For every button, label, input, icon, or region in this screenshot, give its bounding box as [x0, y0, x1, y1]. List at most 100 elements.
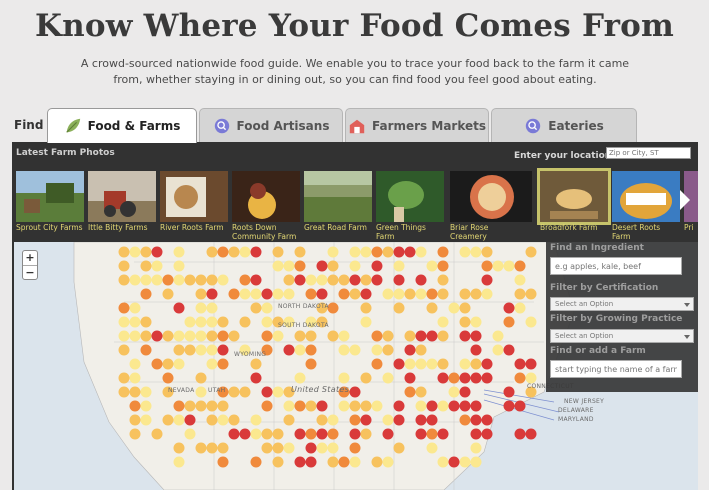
farm-marker[interactable]	[316, 274, 328, 286]
farm-marker[interactable]	[371, 260, 383, 272]
farm-marker[interactable]	[404, 330, 416, 342]
farm-marker[interactable]	[206, 344, 218, 356]
farm-marker[interactable]	[338, 330, 350, 342]
farm-marker[interactable]	[272, 260, 284, 272]
farm-marker[interactable]	[481, 358, 493, 370]
farm-marker[interactable]	[382, 456, 394, 468]
farm-marker[interactable]	[217, 442, 229, 454]
farm-marker[interactable]	[437, 372, 449, 384]
farm-marker[interactable]	[305, 400, 317, 412]
farm-marker[interactable]	[459, 414, 471, 426]
photo-caption[interactable]: Ittle Bitty Farms	[88, 223, 164, 232]
farm-marker[interactable]	[305, 330, 317, 342]
farm-marker[interactable]	[503, 316, 515, 328]
farm-marker[interactable]	[272, 442, 284, 454]
farm-marker[interactable]	[316, 428, 328, 440]
farm-marker[interactable]	[228, 428, 240, 440]
farm-marker[interactable]	[173, 274, 185, 286]
farm-marker[interactable]	[415, 288, 427, 300]
farm-marker[interactable]	[250, 246, 262, 258]
farm-marker[interactable]	[239, 288, 251, 300]
farm-marker[interactable]	[459, 386, 471, 398]
farm-marker[interactable]	[206, 400, 218, 412]
farm-marker[interactable]	[228, 414, 240, 426]
farm-marker[interactable]	[250, 414, 262, 426]
farm-marker[interactable]	[294, 344, 306, 356]
farm-photo[interactable]	[232, 171, 300, 222]
farm-marker[interactable]	[140, 386, 152, 398]
farm-marker[interactable]	[129, 302, 141, 314]
farm-marker[interactable]	[415, 246, 427, 258]
farm-marker[interactable]	[118, 274, 130, 286]
farm-marker[interactable]	[371, 358, 383, 370]
farm-marker[interactable]	[470, 442, 482, 454]
farm-marker[interactable]	[129, 428, 141, 440]
farm-marker[interactable]	[129, 316, 141, 328]
farm-marker[interactable]	[118, 302, 130, 314]
tab-eateries[interactable]: Eateries	[491, 108, 637, 142]
farm-marker[interactable]	[503, 386, 515, 398]
farm-marker[interactable]	[162, 414, 174, 426]
farm-marker[interactable]	[217, 330, 229, 342]
photo-caption[interactable]: Briar Rose Creamery	[450, 223, 510, 241]
farm-marker[interactable]	[294, 372, 306, 384]
farm-marker[interactable]	[470, 246, 482, 258]
location-input[interactable]	[606, 147, 691, 159]
farm-marker[interactable]	[360, 414, 372, 426]
farm-marker[interactable]	[294, 428, 306, 440]
farm-marker[interactable]	[195, 372, 207, 384]
farm-marker[interactable]	[118, 316, 130, 328]
farm-marker[interactable]	[525, 316, 537, 328]
farm-marker[interactable]	[162, 330, 174, 342]
tab-farmers-markets[interactable]: Farmers Markets	[345, 108, 489, 142]
farm-marker[interactable]	[140, 330, 152, 342]
farm-marker[interactable]	[195, 288, 207, 300]
farm-marker[interactable]	[206, 274, 218, 286]
farm-marker[interactable]	[228, 288, 240, 300]
farm-marker[interactable]	[349, 386, 361, 398]
farm-marker[interactable]	[459, 456, 471, 468]
farm-marker[interactable]	[195, 442, 207, 454]
farm-marker[interactable]	[272, 456, 284, 468]
farm-photo[interactable]	[612, 171, 680, 222]
tab-food-artisans[interactable]: Food Artisans	[199, 108, 343, 142]
farm-marker[interactable]	[140, 400, 152, 412]
farm-marker[interactable]	[514, 400, 526, 412]
photo-caption[interactable]: Sprout City Farms	[16, 223, 92, 232]
farm-marker[interactable]	[371, 274, 383, 286]
farm-marker[interactable]	[459, 246, 471, 258]
farm-marker[interactable]	[481, 246, 493, 258]
farm-marker[interactable]	[393, 414, 405, 426]
farm-marker[interactable]	[327, 260, 339, 272]
farm-marker[interactable]	[118, 344, 130, 356]
farm-marker[interactable]	[305, 358, 317, 370]
farm-marker[interactable]	[327, 414, 339, 426]
farm-marker[interactable]	[294, 400, 306, 412]
farm-marker[interactable]	[184, 400, 196, 412]
farm-marker[interactable]	[360, 288, 372, 300]
farm-marker[interactable]	[217, 400, 229, 412]
farm-marker[interactable]	[217, 414, 229, 426]
farm-marker[interactable]	[382, 372, 394, 384]
farm-marker[interactable]	[272, 246, 284, 258]
farm-marker[interactable]	[305, 456, 317, 468]
photo-caption[interactable]: River Roots Farm	[160, 223, 236, 232]
farm-marker[interactable]	[448, 386, 460, 398]
farm-marker[interactable]	[470, 456, 482, 468]
farm-marker[interactable]	[404, 358, 416, 370]
farm-marker[interactable]	[173, 414, 185, 426]
farm-marker[interactable]	[162, 288, 174, 300]
photo-caption[interactable]: Broadfork Farm	[540, 223, 616, 232]
farm-marker[interactable]	[228, 386, 240, 398]
farm-marker[interactable]	[327, 428, 339, 440]
farm-marker[interactable]	[228, 246, 240, 258]
farm-marker[interactable]	[393, 358, 405, 370]
farm-marker[interactable]	[415, 428, 427, 440]
farm-marker[interactable]	[118, 260, 130, 272]
farm-marker[interactable]	[492, 260, 504, 272]
farm-marker[interactable]	[349, 400, 361, 412]
farm-marker[interactable]	[184, 274, 196, 286]
farm-marker[interactable]	[173, 456, 185, 468]
farm-marker[interactable]	[305, 428, 317, 440]
farm-marker[interactable]	[173, 358, 185, 370]
